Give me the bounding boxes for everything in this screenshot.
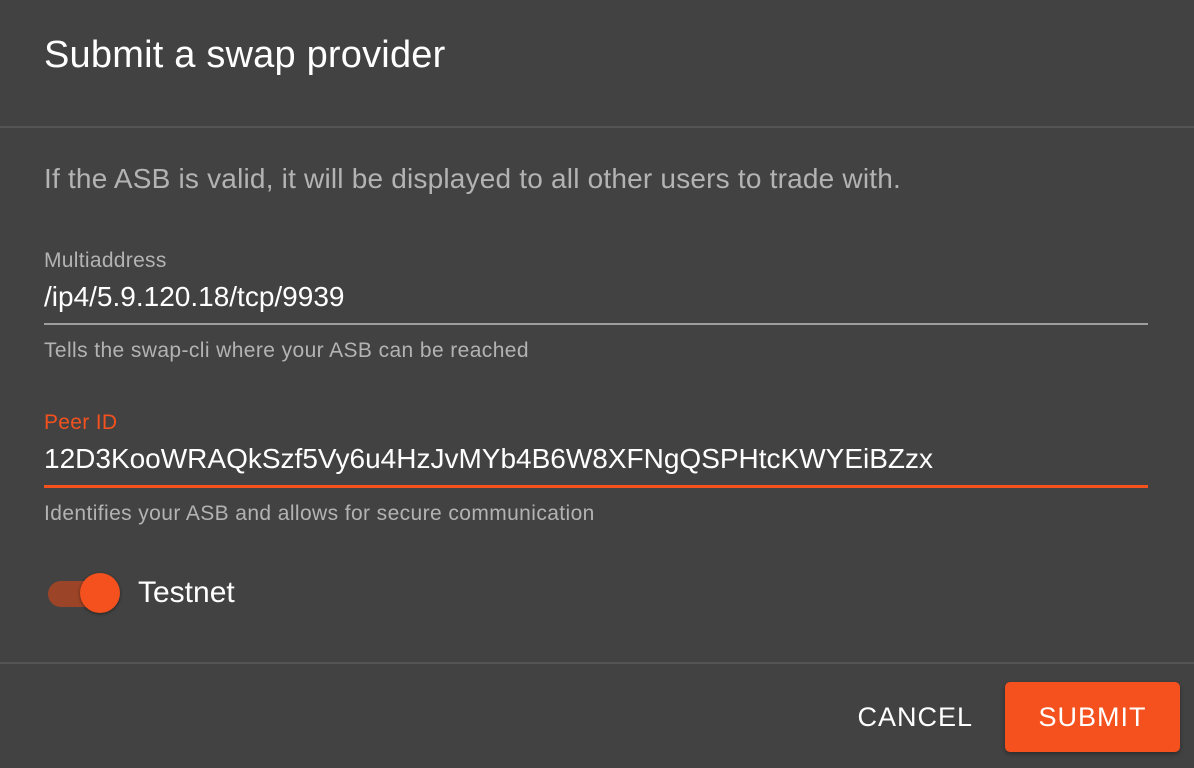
peer-id-input[interactable] bbox=[44, 443, 1148, 488]
title-divider bbox=[0, 126, 1194, 128]
peer-id-helper-text: Identifies your ASB and allows for secur… bbox=[44, 502, 595, 525]
dialog-title: Submit a swap provider bbox=[44, 34, 446, 76]
testnet-label: Testnet bbox=[138, 576, 235, 609]
submit-button[interactable]: SUBMIT bbox=[1005, 682, 1180, 752]
submit-provider-dialog: Submit a swap provider If the ASB is val… bbox=[0, 0, 1194, 768]
dialog-description: If the ASB is valid, it will be displaye… bbox=[44, 163, 901, 194]
testnet-switch[interactable] bbox=[44, 571, 122, 615]
multiaddress-field: Multiaddress Tells the swap-cli where yo… bbox=[44, 249, 1148, 363]
peer-id-label: Peer ID bbox=[44, 411, 118, 434]
cancel-button[interactable]: CANCEL bbox=[841, 682, 989, 752]
peer-id-field: Peer ID Identifies your ASB and allows f… bbox=[44, 411, 1148, 526]
multiaddress-input[interactable] bbox=[44, 281, 1148, 325]
testnet-toggle-row[interactable]: Testnet bbox=[44, 571, 235, 615]
multiaddress-helper-text: Tells the swap-cli where your ASB can be… bbox=[44, 339, 529, 362]
switch-thumb[interactable] bbox=[80, 573, 120, 613]
actions-divider bbox=[0, 662, 1194, 664]
multiaddress-label: Multiaddress bbox=[44, 249, 167, 272]
dialog-actions: CANCEL SUBMIT bbox=[841, 682, 1180, 752]
